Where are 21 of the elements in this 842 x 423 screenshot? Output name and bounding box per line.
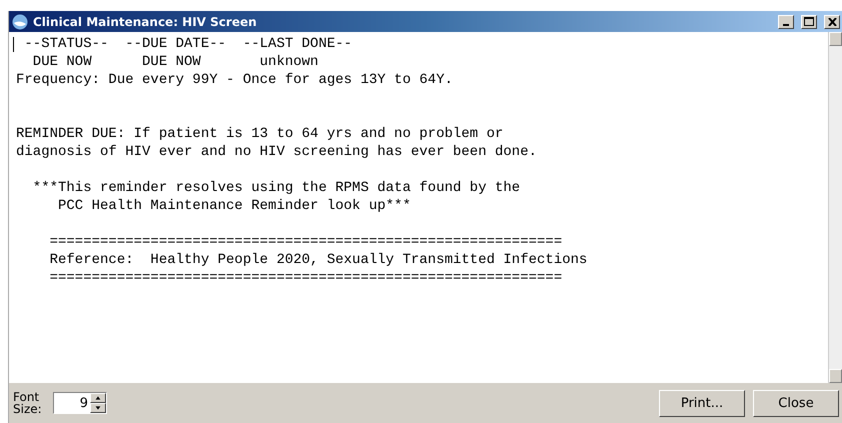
globe-icon: [12, 14, 28, 30]
font-size-spinner[interactable]: 9: [53, 392, 107, 414]
maximize-button[interactable]: [801, 14, 817, 28]
minimize-icon: [783, 24, 789, 26]
print-button[interactable]: Print...: [659, 390, 745, 416]
window-title: Clinical Maintenance: HIV Screen: [33, 14, 258, 28]
report-line: --STATUS-- --DUE DATE-- --LAST DONE--: [23, 35, 354, 53]
text-cursor: [13, 37, 14, 52]
report-line: DUE NOW DUE NOW unknown: [32, 53, 320, 71]
report-line: =============================================================: [48, 269, 564, 287]
report-line: ***This reminder resolves using the RPMS data found by the: [32, 179, 522, 197]
minimize-button[interactable]: [778, 14, 794, 28]
report-line: Frequency: Due every 99Y - Once for ages 13Y to 64Y.: [16, 71, 454, 89]
font-size-label: Font Size:: [13, 391, 43, 415]
report-line: diagnosis of HIV ever and no HIV screening has ever been done.: [16, 143, 538, 161]
close-icon[interactable]: [824, 14, 840, 28]
report-line: REMINDER DUE: If patient is 13 to 64 yrs and no problem or: [16, 125, 504, 143]
report-line: Reference: Healthy People 2020, Sexually Transmitted Infections: [48, 251, 588, 269]
report-line: PCC Health Maintenance Reminder look up***: [57, 197, 412, 215]
close-button[interactable]: Close: [753, 390, 839, 416]
report-line: =============================================================: [48, 233, 564, 251]
